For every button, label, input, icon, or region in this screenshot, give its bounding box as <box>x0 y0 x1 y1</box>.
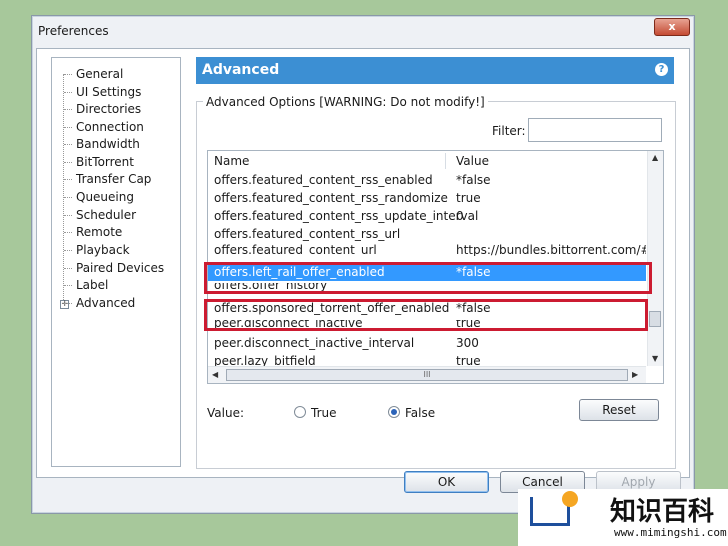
tree-item-connection[interactable]: Connection <box>64 119 144 135</box>
row-name: offers.featured_content_url <box>214 243 377 256</box>
radio-false-circle[interactable] <box>388 406 400 418</box>
value-label: Value: <box>207 406 244 420</box>
watermark: 知识百科 www.mimingshi.com <box>518 489 728 546</box>
tree-item-scheduler[interactable]: Scheduler <box>63 207 136 223</box>
list-row[interactable]: offers.featured_content_rss_enabled *fal… <box>208 171 646 189</box>
row-value: true <box>456 354 481 366</box>
scroll-right-arrow-icon[interactable]: ▶ <box>632 370 638 379</box>
watermark-text: 知识百科 <box>610 497 715 527</box>
window-title: Preferences <box>38 24 109 38</box>
row-value: 300 <box>456 336 479 350</box>
tree-item-paired-devices[interactable]: Paired Devices <box>63 260 164 276</box>
radio-false-label: False <box>405 406 436 420</box>
scroll-down-arrow-icon[interactable]: ▼ <box>652 354 658 363</box>
row-value: *false <box>456 173 491 187</box>
tree-item-bittorrent[interactable]: BitTorrent <box>64 154 134 170</box>
scroll-up-arrow-icon[interactable]: ▲ <box>652 153 658 162</box>
list-row[interactable]: peer.lazy_bitfield true <box>208 352 646 366</box>
column-header-name[interactable]: Name <box>214 151 249 171</box>
radio-true-label: True <box>311 406 337 420</box>
row-name: offers.featured_content_rss_url <box>214 227 401 241</box>
row-value: true <box>456 191 481 205</box>
radio-true[interactable]: True <box>294 406 337 420</box>
list-row[interactable]: offers.featured_content_rss_randomize tr… <box>208 189 646 207</box>
section-title: Advanced <box>202 62 280 78</box>
tree-item-advanced[interactable]: Advanced <box>63 295 135 311</box>
radio-true-circle[interactable] <box>294 406 306 418</box>
tree-item-transfer-cap[interactable]: Transfer Cap <box>63 171 151 187</box>
tree-item-queueing[interactable]: Queueing <box>64 189 134 205</box>
column-separator[interactable] <box>445 153 446 169</box>
row-name: offers.featured_content_rss_enabled <box>214 173 433 187</box>
row-value: https://bundles.bittorrent.com/# <box>456 243 646 256</box>
list-row[interactable]: peer.disconnect_inactive_interval 300 <box>208 334 646 352</box>
horizontal-scrollbar[interactable]: ◀ III ▶ <box>208 366 646 383</box>
scroll-left-arrow-icon[interactable]: ◀ <box>212 370 218 379</box>
row-name: peer.lazy_bitfield <box>214 354 316 366</box>
list-row[interactable]: offers.featured_content_rss_update_inter… <box>208 207 646 225</box>
group-label: Advanced Options [WARNING: Do not modify… <box>203 95 488 109</box>
radio-false[interactable]: False <box>388 406 435 420</box>
column-header-value[interactable]: Value <box>456 151 489 171</box>
ok-button[interactable]: OK <box>404 471 489 493</box>
highlight-box-left-rail <box>204 262 652 294</box>
filter-label: Filter: <box>492 124 526 138</box>
highlight-box-sponsored <box>204 299 648 331</box>
category-tree: General UI Settings Directories Connecti… <box>51 57 181 467</box>
close-button[interactable]: x <box>654 18 690 36</box>
vertical-scrollbar[interactable]: ▲ ▼ <box>647 151 663 366</box>
row-name: peer.disconnect_inactive_interval <box>214 336 415 350</box>
list-row[interactable]: offers.featured_content_url https://bund… <box>208 243 646 256</box>
reset-button[interactable]: Reset <box>579 399 659 421</box>
row-value: 0 <box>456 209 464 223</box>
row-name: offers.featured_content_rss_update_inter… <box>214 209 479 223</box>
tree-item-general[interactable]: General <box>63 66 123 82</box>
tree-item-bandwidth[interactable]: Bandwidth <box>64 136 140 152</box>
watermark-url: www.mimingshi.com <box>614 526 727 539</box>
tree-item-remote[interactable]: Remote <box>63 224 122 240</box>
horizontal-scroll-thumb[interactable]: III <box>226 369 628 381</box>
tree-item-directories[interactable]: Directories <box>63 101 141 117</box>
list-row[interactable]: offers.featured_content_rss_url <box>208 225 646 243</box>
vertical-scroll-thumb[interactable] <box>649 311 661 327</box>
lightbulb-icon <box>562 491 578 507</box>
row-name: offers.featured_content_rss_randomize <box>214 191 448 205</box>
filter-input[interactable] <box>528 118 662 142</box>
tree-item-playback[interactable]: Playback <box>64 242 130 258</box>
help-icon[interactable]: ? <box>655 63 668 76</box>
tree-item-ui-settings[interactable]: UI Settings <box>63 84 141 100</box>
expand-plus-icon[interactable]: + <box>60 300 69 309</box>
tree-item-label[interactable]: Label <box>63 277 108 293</box>
section-header: Advanced ? <box>196 57 674 84</box>
